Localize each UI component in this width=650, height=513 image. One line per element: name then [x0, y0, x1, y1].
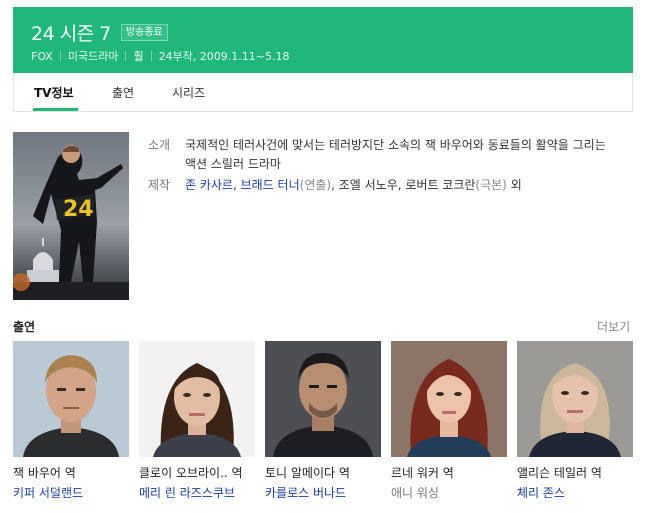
staff-row: 제작 존 카사르, 브래드 터너(연출), 조엘 서노우, 로버트 코크란(극본… [148, 176, 618, 195]
program-title[interactable]: 24 시즌 7 [31, 19, 111, 46]
meta-divider [59, 51, 61, 61]
intro-label: 소개 [148, 138, 171, 152]
cast-section-title: 출연 [13, 320, 36, 334]
tab-bar: TV정보 출연 시리즈 [13, 73, 633, 112]
cast-actor-link[interactable]: 키퍼 서덜랜드 [13, 484, 129, 501]
actor-portrait [391, 341, 507, 457]
cast-actor-name: 애니 워싱 [391, 486, 439, 500]
cast-role: 르네 워커 역 [391, 466, 454, 480]
more-link[interactable]: 더보기 [597, 318, 630, 335]
program-info: 소개 국제적인 테러사건에 맞서는 테러방지단 소속의 잭 바우어와 동료들의 … [148, 136, 618, 197]
cast-role: 토니 알메이다 역 [265, 466, 350, 480]
staff-suffix: 외 [506, 178, 522, 192]
program-header: 24 시즌 7 방송종료 FOX 미국드라마 훨 24부작, 2009.1.11… [13, 7, 633, 73]
poster-image[interactable]: 24 [13, 132, 129, 300]
cast-photo[interactable] [139, 341, 255, 457]
staff-label: 제작 [148, 178, 171, 192]
program-meta: FOX 미국드라마 훨 24부작, 2009.1.11~5.18 [31, 48, 290, 64]
poster-illustration: 24 [13, 132, 129, 300]
actor-portrait [13, 341, 129, 457]
cast-actor-link[interactable]: 체리 존스 [517, 484, 633, 501]
actor-portrait [265, 341, 381, 457]
cast-photo[interactable] [265, 341, 381, 457]
tab-cast[interactable]: 출연 [112, 84, 134, 101]
director-link-2[interactable]: 브래드 터너 [241, 178, 300, 192]
intro-row: 소개 국제적인 테러사건에 맞서는 테러방지단 소속의 잭 바우어와 동료들의 … [148, 136, 618, 174]
meta-day: 훨 [133, 50, 144, 63]
director-link-1[interactable]: 존 카사르 [185, 178, 233, 192]
meta-divider [125, 51, 127, 61]
tab-series[interactable]: 시리즈 [172, 84, 205, 101]
meta-divider [150, 51, 152, 61]
cast-card[interactable]: 앨리슨 테일러 역 체리 존스 [517, 341, 633, 501]
cast-card[interactable]: 르네 워커 역 애니 워싱 [391, 341, 507, 501]
active-tab-indicator [33, 108, 78, 111]
cast-actor-link[interactable]: 카를로스 버나드 [265, 484, 381, 501]
actor-portrait [517, 341, 633, 457]
writer-names: , 조엘 서노우, 로버트 코크란 [331, 178, 476, 192]
meta-channel: FOX [31, 49, 53, 63]
tab-tv-info[interactable]: TV정보 [34, 84, 74, 101]
staff-list: 존 카사르, 브래드 터너(연출), 조엘 서노우, 로버트 코크란(극본) 외 [185, 178, 522, 192]
cast-card[interactable]: 토니 알메이다 역 카를로스 버나드 [265, 341, 381, 501]
cast-role: 클로이 오브라이.. 역 [139, 466, 243, 480]
cast-card[interactable]: 클로이 오브라이.. 역 메리 린 라즈스쿠브 [139, 341, 255, 501]
title-row: 24 시즌 7 방송종료 [31, 19, 168, 46]
actor-portrait [139, 341, 255, 457]
cast-photo[interactable] [391, 341, 507, 457]
cast-actor-link[interactable]: 메리 린 라즈스쿠브 [139, 484, 255, 501]
cast-role: 앨리슨 테일러 역 [517, 466, 602, 480]
meta-episodes-dates: 24부작, 2009.1.11~5.18 [158, 50, 290, 63]
cast-card[interactable]: 잭 바우어 역 키퍼 서덜랜드 [13, 341, 129, 501]
cast-role: 잭 바우어 역 [13, 466, 76, 480]
writer-role: (극본) [475, 178, 507, 192]
status-badge: 방송종료 [120, 24, 168, 41]
cast-photo[interactable] [13, 341, 129, 457]
poster-title-text: 24 [63, 197, 94, 222]
cast-photo[interactable] [517, 341, 633, 457]
intro-text: 국제적인 테러사건에 맞서는 테러방지단 소속의 잭 바우어와 동료들의 활약을… [185, 138, 606, 171]
meta-genre: 미국드라마 [67, 50, 119, 63]
director-role: (연출) [299, 178, 332, 192]
